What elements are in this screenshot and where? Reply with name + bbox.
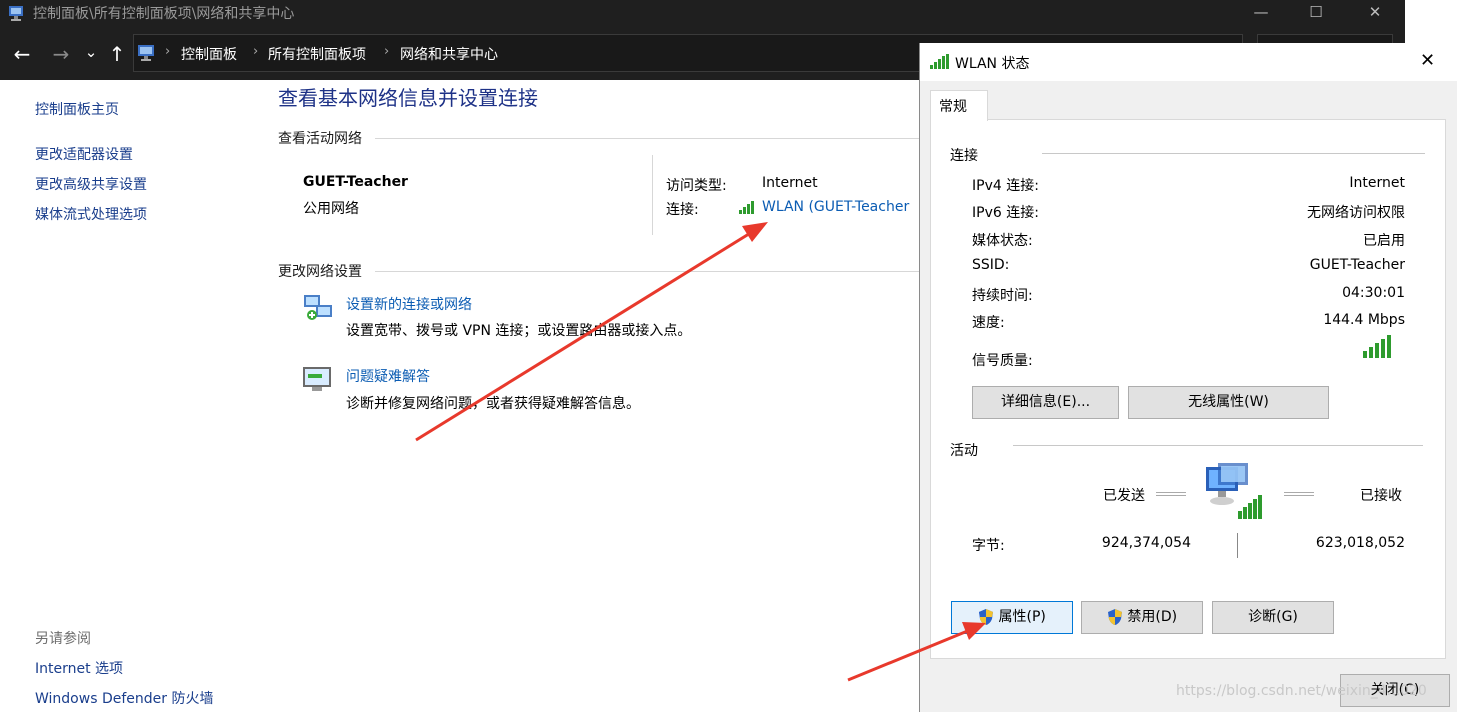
close-window-button[interactable]: ✕ (1352, 0, 1398, 28)
setup-connection-desc: 设置宽带、拨号或 VPN 连接；或设置路由器或接入点。 (346, 323, 692, 339)
duration-label: 持续时间: (972, 288, 1033, 304)
bytes-received-value: 623,018,052 (1315, 535, 1405, 551)
disable-button[interactable]: 禁用(D) (1081, 601, 1203, 634)
setup-connection-link[interactable]: 设置新的连接或网络 (346, 294, 472, 314)
see-also-heading: 另请参阅 (35, 631, 91, 647)
tab-general-label: 常规 (939, 99, 967, 115)
control-panel-icon (9, 6, 23, 21)
minimize-button[interactable]: — (1238, 0, 1284, 28)
maximize-button[interactable]: ☐ (1293, 0, 1339, 28)
signal-quality-label: 信号质量: (972, 353, 1033, 369)
disable-button-label: 禁用(D) (1127, 609, 1178, 625)
received-activity-line (1284, 492, 1314, 496)
annotation-arrow-head (742, 222, 768, 242)
duration-value: 04:30:01 (1342, 285, 1405, 301)
sidebar-advanced-sharing[interactable]: 更改高级共享设置 (35, 174, 147, 194)
sidebar-media-streaming[interactable]: 媒体流式处理选项 (35, 204, 147, 224)
wifi-signal-icon (930, 54, 949, 69)
received-label: 已接收 (1360, 488, 1402, 504)
media-state-label: 媒体状态: (972, 233, 1033, 249)
ipv4-value: Internet (1349, 175, 1405, 191)
diagnose-button[interactable]: 诊断(G) (1212, 601, 1334, 634)
active-networks-heading: 查看活动网络 (278, 131, 362, 147)
watermark-text: https://blog.csdn.net/weixin_4...020 (1176, 683, 1427, 699)
divider (375, 138, 920, 139)
properties-button[interactable]: 属性(P) (951, 601, 1073, 634)
sent-label: 已发送 (1103, 488, 1145, 504)
divider (375, 271, 920, 272)
wlan-connection-link[interactable]: WLAN (GUET-Teacher (762, 199, 909, 215)
network-activity-icon (1206, 463, 1262, 519)
network-name: GUET-Teacher (303, 174, 408, 190)
breadcrumb-separator: › (384, 44, 390, 59)
new-connection-icon (304, 295, 332, 320)
troubleshoot-icon (303, 367, 331, 391)
forward-arrow-icon[interactable]: → (48, 41, 74, 67)
divider (1042, 153, 1425, 154)
speed-value: 144.4 Mbps (1323, 312, 1405, 328)
breadcrumb-separator: › (253, 44, 259, 59)
sidebar-control-panel-home[interactable]: 控制面板主页 (35, 99, 119, 119)
tab-general[interactable]: 常规 (930, 90, 988, 121)
uac-shield-icon (979, 609, 994, 625)
dialog-title: WLAN 状态 (955, 56, 1030, 72)
breadcrumb-separator: › (165, 44, 171, 59)
bytes-sent-value: 924,374,054 (1101, 535, 1191, 551)
wireless-properties-button[interactable]: 无线属性(W) (1128, 386, 1329, 419)
breadcrumb-all-items[interactable]: 所有控制面板项 (268, 44, 366, 64)
ipv6-label: IPv6 连接: (972, 205, 1039, 221)
window-title: 控制面板\所有控制面板项\网络和共享中心 (33, 6, 295, 22)
troubleshoot-desc: 诊断并修复网络问题，或者获得疑难解答信息。 (346, 396, 640, 412)
page-title: 查看基本网络信息并设置连接 (278, 86, 538, 110)
bytes-label: 字节: (972, 538, 1005, 554)
divider (652, 155, 653, 235)
see-also-firewall[interactable]: Windows Defender 防火墙 (35, 688, 213, 708)
back-arrow-icon[interactable]: ← (9, 41, 35, 67)
connection-group-heading: 连接 (950, 148, 978, 164)
ssid-label: SSID: (972, 257, 1010, 273)
access-type-label: 访问类型: (666, 178, 727, 194)
change-settings-heading: 更改网络设置 (278, 264, 362, 280)
uac-shield-icon (1107, 609, 1122, 625)
access-type-value: Internet (762, 175, 818, 191)
dialog-close-icon[interactable]: ✕ (1420, 50, 1435, 71)
recent-locations-chevron-icon[interactable]: ⌄ (78, 39, 104, 65)
activity-group-heading: 活动 (950, 443, 978, 459)
wlan-status-dialog: WLAN 状态 ✕ 常规 连接 IPv4 连接: Internet IPv6 连… (919, 43, 1457, 712)
up-arrow-icon[interactable]: ↑ (104, 41, 130, 67)
sidebar-change-adapter[interactable]: 更改适配器设置 (35, 144, 133, 164)
ssid-value: GUET-Teacher (1309, 257, 1405, 273)
breadcrumb-network-center[interactable]: 网络和共享中心 (400, 44, 498, 64)
dialog-title-bar: WLAN 状态 ✕ (920, 43, 1457, 81)
network-category: 公用网络 (303, 201, 359, 217)
window-title-bar: 控制面板\所有控制面板项\网络和共享中心 — ☐ ✕ (0, 0, 1405, 28)
see-also-internet-options[interactable]: Internet 选项 (35, 658, 123, 678)
ipv4-label: IPv4 连接: (972, 178, 1039, 194)
signal-quality-icon (1363, 335, 1391, 358)
control-panel-icon (138, 45, 154, 61)
divider (1013, 445, 1423, 446)
breadcrumb-control-panel[interactable]: 控制面板 (181, 44, 237, 64)
properties-button-label: 属性(P) (998, 609, 1046, 625)
ipv6-value: 无网络访问权限 (1307, 205, 1405, 221)
media-state-value: 已启用 (1363, 233, 1405, 249)
sent-activity-line (1156, 492, 1186, 496)
divider (1237, 533, 1238, 558)
connection-label: 连接: (666, 202, 699, 218)
speed-label: 速度: (972, 315, 1005, 331)
wifi-signal-icon (739, 201, 754, 214)
troubleshoot-link[interactable]: 问题疑难解答 (346, 366, 430, 386)
details-button[interactable]: 详细信息(E)... (972, 386, 1119, 419)
